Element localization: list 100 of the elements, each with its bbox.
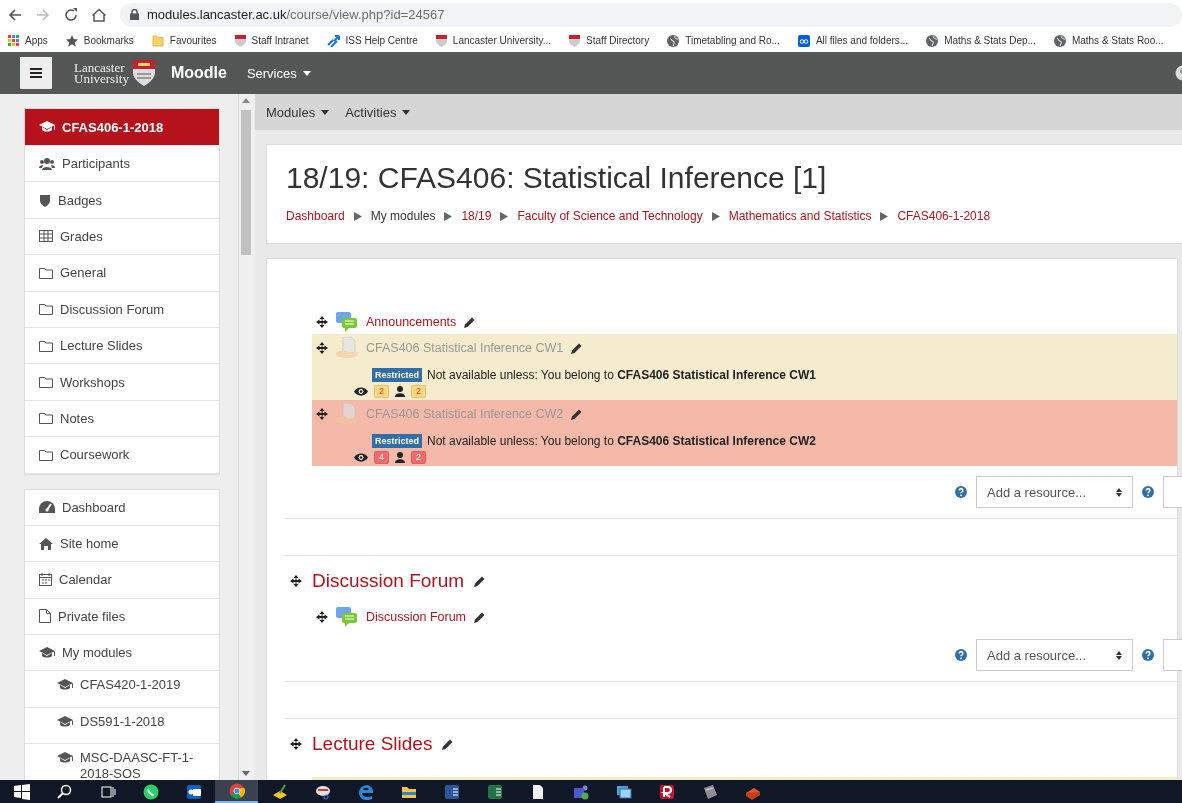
folder-icon xyxy=(39,412,53,425)
shield-icon xyxy=(39,193,51,207)
address-bar[interactable]: modules.lancaster.ac.uk/course/view.php?id=24567 xyxy=(120,2,1182,27)
count-badge: 2 xyxy=(411,385,427,398)
restricted-badge: Restricted xyxy=(372,368,422,382)
activity-link[interactable]: Discussion Forum xyxy=(366,610,467,624)
nav-item[interactable]: Notes xyxy=(25,400,219,438)
assignment-icon xyxy=(336,337,358,359)
bookmark[interactable]: ISS Help Centre xyxy=(326,34,418,47)
user-icon xyxy=(395,452,405,463)
star-icon xyxy=(65,34,78,47)
arrow-icon xyxy=(444,211,453,221)
globe-icon xyxy=(667,34,680,47)
nav-item[interactable]: Participants xyxy=(25,146,219,183)
move-icon xyxy=(316,342,328,354)
bookmark[interactable]: All files and folders... xyxy=(797,34,909,47)
caret-icon xyxy=(302,70,311,76)
services-menu[interactable]: Services xyxy=(246,65,311,81)
count-badge: 2 xyxy=(374,385,389,398)
scroll-down-icon[interactable] xyxy=(242,771,250,776)
scrollbar[interactable] xyxy=(238,94,253,780)
bookmark[interactable]: Maths & Stats Roo... xyxy=(1053,34,1164,47)
nav-item[interactable]: Dashboard xyxy=(25,489,219,526)
select-field[interactable] xyxy=(1163,476,1182,508)
calendar-icon xyxy=(39,573,52,587)
table-icon xyxy=(39,230,53,243)
forum-icon xyxy=(336,312,358,332)
crest-icon xyxy=(234,34,246,47)
nav-item[interactable]: Private files xyxy=(25,598,219,636)
nav-item[interactable]: Lecture Slides xyxy=(25,327,219,365)
nav-item[interactable]: Grades xyxy=(25,218,219,256)
gauge-icon xyxy=(39,501,55,514)
section-title[interactable]: Discussion Forum xyxy=(312,570,465,592)
help-icon xyxy=(955,649,967,661)
dropdown-menu[interactable]: Activities xyxy=(345,104,411,120)
task-view-icon xyxy=(99,783,116,800)
nav-item[interactable]: Discussion Forum xyxy=(25,291,219,328)
nav-item[interactable]: Calendar xyxy=(25,562,219,599)
nav-item[interactable]: General xyxy=(25,255,219,292)
graduation-cap-icon xyxy=(39,121,55,133)
breadcrumb-link[interactable]: CFAS406-1-2018 xyxy=(897,209,991,223)
scissors-icon xyxy=(314,783,331,800)
graduation-cap-icon xyxy=(57,752,73,765)
nav-item[interactable]: DS591-1-2018 xyxy=(25,707,219,745)
arrow-icon xyxy=(500,211,509,221)
logo-text: Lancaster University xyxy=(74,62,129,84)
select-field[interactable] xyxy=(1163,639,1182,671)
crest-icon xyxy=(132,60,155,86)
add-resource-select[interactable]: Add a resource... xyxy=(976,639,1133,671)
nav-item[interactable]: CFAS406-1-2018 xyxy=(25,109,219,146)
eye-icon xyxy=(354,453,368,462)
nav-item[interactable]: Workshops xyxy=(25,364,219,401)
bookmark[interactable]: Apps xyxy=(8,35,48,46)
apps-icon xyxy=(8,35,19,46)
breadcrumb-link[interactable]: Mathematics and Statistics xyxy=(728,209,872,223)
brand-name[interactable]: Moodle xyxy=(170,64,227,82)
bookmark[interactable]: Maths & Stats Dep... xyxy=(926,34,1036,47)
folder-icon xyxy=(39,303,53,316)
bookmark[interactable]: Timetabling and Ro... xyxy=(667,34,780,47)
globe-icon xyxy=(1053,34,1066,47)
bookmark[interactable]: Staff Intranet xyxy=(234,34,309,47)
team-app-icon xyxy=(572,783,589,800)
breadcrumb-link[interactable]: 18/19 xyxy=(461,209,492,223)
bookmark[interactable]: Bookmarks xyxy=(65,34,134,47)
section-title[interactable]: Lecture Slides xyxy=(312,733,433,755)
bookmark[interactable]: Lancaster University... xyxy=(435,34,552,47)
arrow-icon xyxy=(880,211,889,221)
breadcrumb-link[interactable]: Dashboard xyxy=(286,209,345,223)
move-icon xyxy=(290,575,302,587)
bookmark[interactable]: Favourites xyxy=(151,34,217,47)
count-badge: 4 xyxy=(374,451,389,464)
url-text: modules.lancaster.ac.uk/course/view.php?id=24567 xyxy=(147,7,445,22)
folder-icon xyxy=(151,34,164,47)
nav-item[interactable]: CFAS420-1-2019 xyxy=(25,671,219,708)
file-icon xyxy=(39,609,51,624)
sort-icon xyxy=(1116,650,1122,660)
search-icon xyxy=(56,783,73,800)
menu-button[interactable] xyxy=(20,57,52,89)
photos-app-icon xyxy=(615,783,632,800)
app-icon xyxy=(797,34,810,47)
graduation-cap-icon xyxy=(57,715,73,728)
windows-icon xyxy=(13,783,30,800)
document-app-icon xyxy=(443,783,460,800)
add-resource-select[interactable]: Add a resource... xyxy=(976,476,1133,508)
eye-icon xyxy=(354,387,368,396)
bookmark[interactable]: Staff Directory xyxy=(569,34,650,47)
scroll-thumb[interactable] xyxy=(241,110,251,255)
forward-icon xyxy=(36,7,50,22)
breadcrumb-link[interactable]: Faculty of Science and Technology xyxy=(517,209,703,223)
nav-item[interactable]: Coursework xyxy=(25,437,219,474)
nav-item[interactable]: Site home xyxy=(25,525,219,563)
activity-link[interactable]: Announcements xyxy=(366,315,457,329)
nav-item[interactable]: Badges xyxy=(25,182,219,219)
dropdown-menu[interactable]: Modules xyxy=(266,104,330,120)
nav-item[interactable]: My modules xyxy=(25,635,219,672)
graduation-cap-icon xyxy=(39,646,55,659)
assignment-icon xyxy=(336,403,358,425)
scroll-up-icon[interactable] xyxy=(242,98,250,103)
taskbar-button[interactable] xyxy=(215,780,258,803)
spreadsheet-app-icon xyxy=(486,783,503,800)
